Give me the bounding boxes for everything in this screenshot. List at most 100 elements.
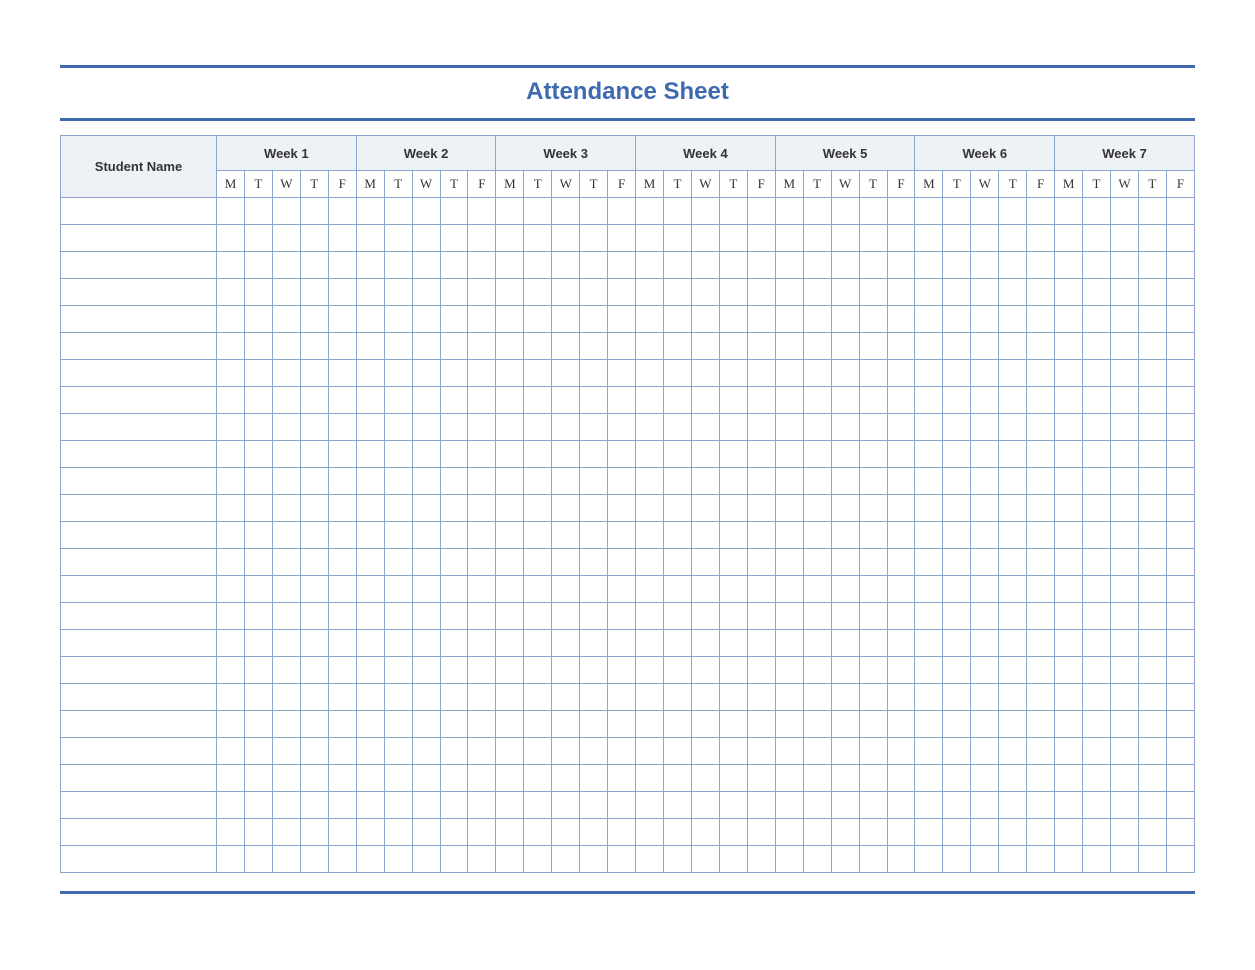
attendance-cell[interactable] [384,765,412,792]
attendance-cell[interactable] [971,387,999,414]
attendance-cell[interactable] [356,576,384,603]
attendance-cell[interactable] [1027,306,1055,333]
attendance-cell[interactable] [440,279,468,306]
attendance-cell[interactable] [664,306,692,333]
attendance-cell[interactable] [384,468,412,495]
attendance-cell[interactable] [328,414,356,441]
attendance-cell[interactable] [1083,657,1111,684]
attendance-cell[interactable] [1111,738,1139,765]
attendance-cell[interactable] [552,252,580,279]
attendance-cell[interactable] [664,252,692,279]
attendance-cell[interactable] [412,279,440,306]
attendance-cell[interactable] [719,765,747,792]
attendance-cell[interactable] [1138,333,1166,360]
attendance-cell[interactable] [915,225,943,252]
attendance-cell[interactable] [580,522,608,549]
attendance-cell[interactable] [300,738,328,765]
attendance-cell[interactable] [1111,576,1139,603]
attendance-cell[interactable] [580,279,608,306]
attendance-cell[interactable] [552,522,580,549]
attendance-cell[interactable] [244,576,272,603]
attendance-cell[interactable] [552,711,580,738]
attendance-cell[interactable] [244,549,272,576]
attendance-cell[interactable] [943,279,971,306]
attendance-cell[interactable] [328,603,356,630]
attendance-cell[interactable] [272,819,300,846]
attendance-cell[interactable] [300,684,328,711]
attendance-cell[interactable] [440,819,468,846]
attendance-cell[interactable] [217,819,245,846]
attendance-cell[interactable] [608,225,636,252]
attendance-cell[interactable] [384,630,412,657]
attendance-cell[interactable] [664,225,692,252]
attendance-cell[interactable] [244,819,272,846]
attendance-cell[interactable] [803,522,831,549]
attendance-cell[interactable] [1111,306,1139,333]
attendance-cell[interactable] [496,387,524,414]
attendance-cell[interactable] [971,198,999,225]
attendance-cell[interactable] [440,387,468,414]
attendance-cell[interactable] [356,279,384,306]
attendance-cell[interactable] [1027,225,1055,252]
attendance-cell[interactable] [1055,819,1083,846]
attendance-cell[interactable] [971,333,999,360]
attendance-cell[interactable] [244,279,272,306]
attendance-cell[interactable] [971,576,999,603]
attendance-cell[interactable] [580,414,608,441]
attendance-cell[interactable] [691,738,719,765]
attendance-cell[interactable] [244,468,272,495]
attendance-cell[interactable] [747,711,775,738]
attendance-cell[interactable] [887,603,915,630]
attendance-cell[interactable] [775,522,803,549]
attendance-cell[interactable] [636,198,664,225]
attendance-cell[interactable] [300,711,328,738]
attendance-cell[interactable] [328,198,356,225]
attendance-cell[interactable] [1111,333,1139,360]
attendance-cell[interactable] [496,819,524,846]
attendance-cell[interactable] [272,495,300,522]
attendance-cell[interactable] [999,306,1027,333]
attendance-cell[interactable] [971,225,999,252]
attendance-cell[interactable] [468,630,496,657]
attendance-cell[interactable] [803,279,831,306]
attendance-cell[interactable] [468,360,496,387]
attendance-cell[interactable] [440,225,468,252]
attendance-cell[interactable] [1055,846,1083,873]
attendance-cell[interactable] [747,792,775,819]
attendance-cell[interactable] [244,738,272,765]
attendance-cell[interactable] [747,684,775,711]
attendance-cell[interactable] [915,279,943,306]
attendance-cell[interactable] [524,792,552,819]
attendance-cell[interactable] [859,414,887,441]
attendance-cell[interactable] [412,414,440,441]
attendance-cell[interactable] [412,765,440,792]
attendance-cell[interactable] [468,522,496,549]
attendance-cell[interactable] [440,792,468,819]
attendance-cell[interactable] [552,657,580,684]
attendance-cell[interactable] [691,549,719,576]
attendance-cell[interactable] [580,765,608,792]
attendance-cell[interactable] [552,846,580,873]
attendance-cell[interactable] [943,630,971,657]
attendance-cell[interactable] [440,306,468,333]
attendance-cell[interactable] [272,333,300,360]
attendance-cell[interactable] [943,306,971,333]
attendance-cell[interactable] [608,630,636,657]
attendance-cell[interactable] [412,657,440,684]
attendance-cell[interactable] [915,819,943,846]
attendance-cell[interactable] [664,603,692,630]
attendance-cell[interactable] [580,306,608,333]
attendance-cell[interactable] [468,603,496,630]
attendance-cell[interactable] [664,333,692,360]
attendance-cell[interactable] [468,576,496,603]
attendance-cell[interactable] [999,252,1027,279]
attendance-cell[interactable] [971,279,999,306]
attendance-cell[interactable] [328,225,356,252]
attendance-cell[interactable] [775,576,803,603]
attendance-cell[interactable] [831,441,859,468]
attendance-cell[interactable] [440,360,468,387]
attendance-cell[interactable] [244,414,272,441]
attendance-cell[interactable] [915,333,943,360]
attendance-cell[interactable] [524,333,552,360]
attendance-cell[interactable] [440,765,468,792]
